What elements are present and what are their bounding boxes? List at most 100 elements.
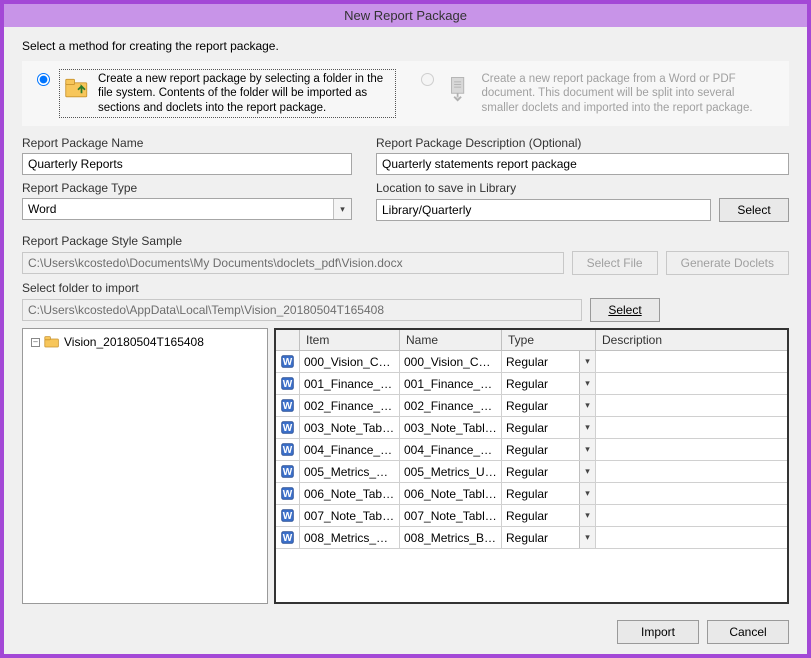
cell-description[interactable] (596, 483, 787, 504)
table-row[interactable]: W 002_Finance_Co... 002_Finance_Co... Re… (276, 395, 787, 417)
label-package-desc: Report Package Description (Optional) (376, 136, 789, 150)
dialog-footer: Import Cancel (4, 612, 807, 654)
svg-text:W: W (283, 444, 293, 455)
select-folder-button[interactable]: Select (590, 298, 660, 322)
chevron-down-icon[interactable]: ▾ (579, 505, 595, 526)
cell-description[interactable] (596, 417, 787, 438)
word-doc-icon: W (276, 461, 300, 482)
cell-item[interactable]: 001_Finance_Re... (300, 373, 400, 394)
tree-root-item[interactable]: – Vision_20180504T165408 (31, 335, 259, 349)
chevron-down-icon[interactable]: ▾ (579, 461, 595, 482)
svg-text:W: W (283, 510, 293, 521)
cell-name[interactable]: 001_Finance_Re... (400, 373, 502, 394)
word-doc-icon: W (276, 351, 300, 372)
svg-text:W: W (283, 532, 293, 543)
table-row[interactable]: W 008_Metrics_Bac... 008_Metrics_Bac... … (276, 527, 787, 549)
intro-text: Select a method for creating the report … (22, 39, 789, 53)
cell-item[interactable]: 003_Note_Table... (300, 417, 400, 438)
col-item[interactable]: Item (300, 330, 400, 350)
col-description[interactable]: Description (596, 330, 787, 350)
cell-type[interactable]: Regular ▾ (502, 351, 596, 372)
select-package-type-text: Word (23, 202, 333, 216)
cell-name[interactable]: 008_Metrics_Bac... (400, 527, 502, 548)
word-doc-icon: W (276, 527, 300, 548)
cell-description[interactable] (596, 351, 787, 372)
cell-name[interactable]: 007_Note_Table_1 (400, 505, 502, 526)
method-option-folder[interactable]: Create a new report package by selecting… (32, 69, 396, 118)
cell-item[interactable]: 007_Note_Table... (300, 505, 400, 526)
table-row[interactable]: W 004_Finance_Re... 004_Finance_Re... Re… (276, 439, 787, 461)
label-package-name: Report Package Name (22, 136, 352, 150)
cell-description[interactable] (596, 527, 787, 548)
cell-type[interactable]: Regular ▾ (502, 461, 596, 482)
word-doc-icon: W (276, 373, 300, 394)
dialog-content: Select a method for creating the report … (4, 27, 807, 612)
chevron-down-icon[interactable]: ▾ (579, 483, 595, 504)
method-option-document: Create a new report package from a Word … (416, 69, 780, 118)
label-style-sample: Report Package Style Sample (22, 234, 182, 248)
cell-item[interactable]: 006_Note_Table... (300, 483, 400, 504)
svg-text:W: W (283, 378, 293, 389)
svg-text:W: W (283, 422, 293, 433)
folder-tree[interactable]: – Vision_20180504T165408 (22, 328, 268, 604)
cell-description[interactable] (596, 505, 787, 526)
cell-type[interactable]: Regular ▾ (502, 483, 596, 504)
document-split-icon (448, 74, 476, 102)
cell-description[interactable] (596, 373, 787, 394)
cell-name[interactable]: 005_Metrics_Unit... (400, 461, 502, 482)
input-location[interactable] (376, 199, 711, 221)
import-button[interactable]: Import (617, 620, 699, 644)
cell-item[interactable]: 000_Vision_Corp... (300, 351, 400, 372)
dialog-title: New Report Package (4, 4, 807, 27)
word-doc-icon: W (276, 395, 300, 416)
cell-type[interactable]: Regular ▾ (502, 527, 596, 548)
cell-name[interactable]: 003_Note_Table_1 (400, 417, 502, 438)
table-row[interactable]: W 007_Note_Table... 007_Note_Table_1 Reg… (276, 505, 787, 527)
cell-name[interactable]: 004_Finance_Re... (400, 439, 502, 460)
table-row[interactable]: W 005_Metrics_Unit... 005_Metrics_Unit..… (276, 461, 787, 483)
col-type[interactable]: Type (502, 330, 596, 350)
chevron-down-icon[interactable]: ▾ (579, 417, 595, 438)
cell-item[interactable]: 002_Finance_Co... (300, 395, 400, 416)
doclet-grid: Item Name Type Description W 000_Vision_… (274, 328, 789, 604)
cell-type[interactable]: Regular ▾ (502, 417, 596, 438)
cell-description[interactable] (596, 461, 787, 482)
grid-body[interactable]: W 000_Vision_Corp... 000_Vision_Corp... … (276, 351, 787, 602)
chevron-down-icon[interactable]: ▾ (579, 395, 595, 416)
chevron-down-icon[interactable]: ▾ (579, 373, 595, 394)
method-panel: Create a new report package by selecting… (22, 61, 789, 126)
table-row[interactable]: W 001_Finance_Re... 001_Finance_Re... Re… (276, 373, 787, 395)
cell-name[interactable]: 006_Note_Table_1 (400, 483, 502, 504)
input-package-desc[interactable] (376, 153, 789, 175)
method-radio-folder[interactable] (37, 73, 50, 86)
method-folder-desc: Create a new report package by selecting… (98, 72, 391, 115)
cancel-button[interactable]: Cancel (707, 620, 789, 644)
chevron-down-icon[interactable]: ▾ (579, 439, 595, 460)
folder-import-icon (64, 74, 92, 102)
cell-name[interactable]: 000_Vision_Corp... (400, 351, 502, 372)
label-package-type: Report Package Type (22, 181, 352, 195)
input-package-name[interactable] (22, 153, 352, 175)
grid-header: Item Name Type Description (276, 330, 787, 351)
chevron-down-icon[interactable]: ▾ (333, 199, 351, 219)
table-row[interactable]: W 003_Note_Table... 003_Note_Table_1 Reg… (276, 417, 787, 439)
cell-type[interactable]: Regular ▾ (502, 439, 596, 460)
cell-item[interactable]: 005_Metrics_Unit... (300, 461, 400, 482)
cell-name[interactable]: 002_Finance_Co... (400, 395, 502, 416)
table-row[interactable]: W 000_Vision_Corp... 000_Vision_Corp... … (276, 351, 787, 373)
chevron-down-icon[interactable]: ▾ (579, 351, 595, 372)
cell-type[interactable]: Regular ▾ (502, 505, 596, 526)
chevron-down-icon[interactable]: ▾ (579, 527, 595, 548)
svg-text:W: W (283, 356, 293, 367)
cell-description[interactable] (596, 395, 787, 416)
cell-description[interactable] (596, 439, 787, 460)
select-package-type[interactable]: Word ▾ (22, 198, 352, 220)
col-name[interactable]: Name (400, 330, 502, 350)
cell-item[interactable]: 008_Metrics_Bac... (300, 527, 400, 548)
select-location-button[interactable]: Select (719, 198, 789, 222)
tree-collapse-icon[interactable]: – (31, 338, 40, 347)
table-row[interactable]: W 006_Note_Table... 006_Note_Table_1 Reg… (276, 483, 787, 505)
cell-type[interactable]: Regular ▾ (502, 395, 596, 416)
cell-item[interactable]: 004_Finance_Re... (300, 439, 400, 460)
cell-type[interactable]: Regular ▾ (502, 373, 596, 394)
